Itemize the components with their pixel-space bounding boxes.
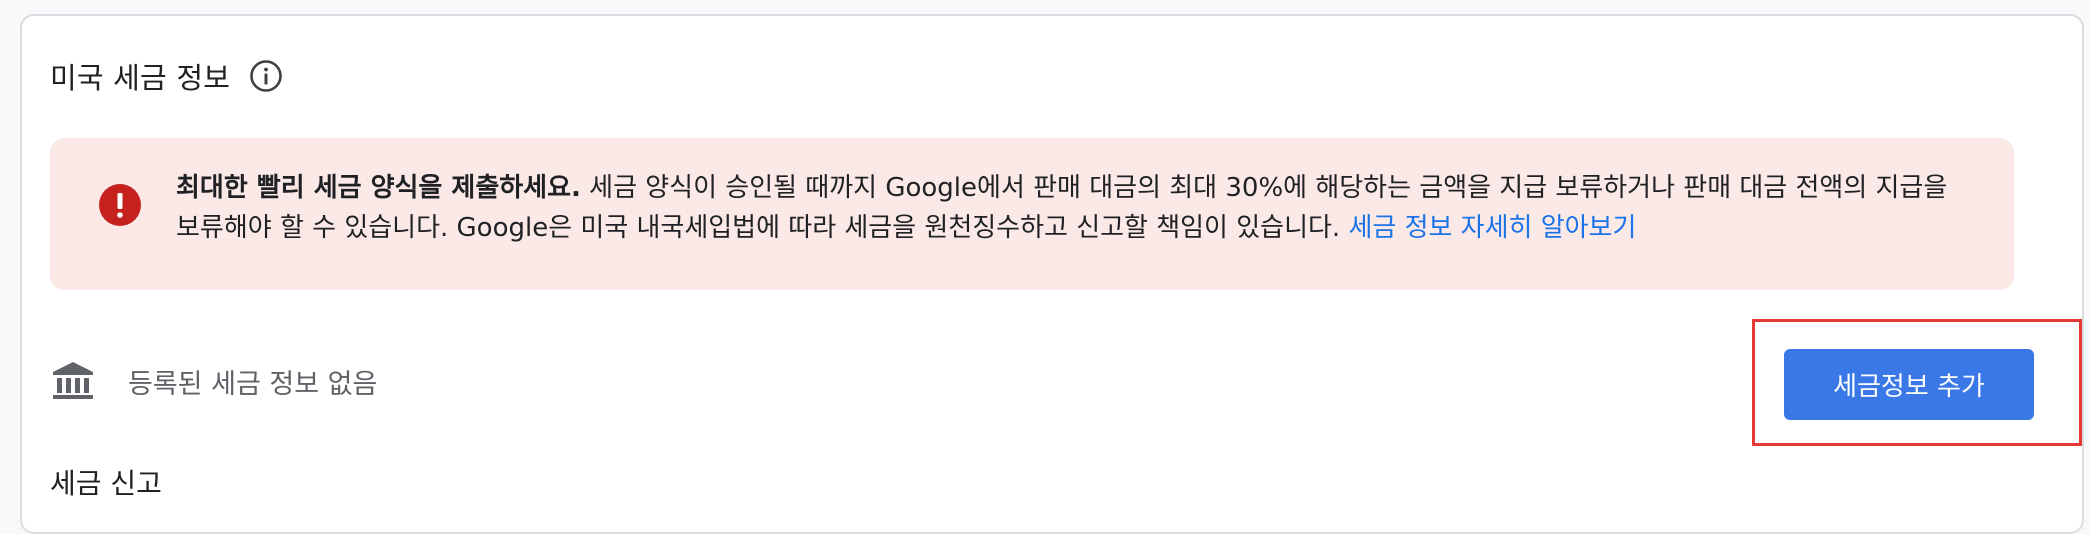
add-tax-info-button[interactable]: 세금정보 추가 xyxy=(1784,349,2034,420)
learn-more-link[interactable]: 세금 정보 자세히 알아보기 xyxy=(1348,213,1636,243)
tax-form-warning-alert: 최대한 빨리 세금 양식을 제출하세요. 세금 양식이 승인될 때까지 Goog… xyxy=(50,138,2014,290)
bank-icon xyxy=(50,358,96,404)
error-exclamation-icon xyxy=(99,184,141,226)
section-title: 미국 세금 정보 xyxy=(50,61,231,95)
no-tax-info-text: 등록된 세금 정보 없음 xyxy=(128,368,378,400)
section-header: 미국 세금 정보 xyxy=(50,52,284,100)
info-circle-icon[interactable] xyxy=(248,58,284,94)
alert-message: 최대한 빨리 세금 양식을 제출하세요. 세금 양식이 승인될 때까지 Goog… xyxy=(176,168,1966,248)
tax-info-status-row: 등록된 세금 정보 없음 xyxy=(50,358,377,404)
tax-filing-heading: 세금 신고 xyxy=(50,467,162,500)
alert-bold-text: 최대한 빨리 세금 양식을 제출하세요. xyxy=(176,173,581,203)
